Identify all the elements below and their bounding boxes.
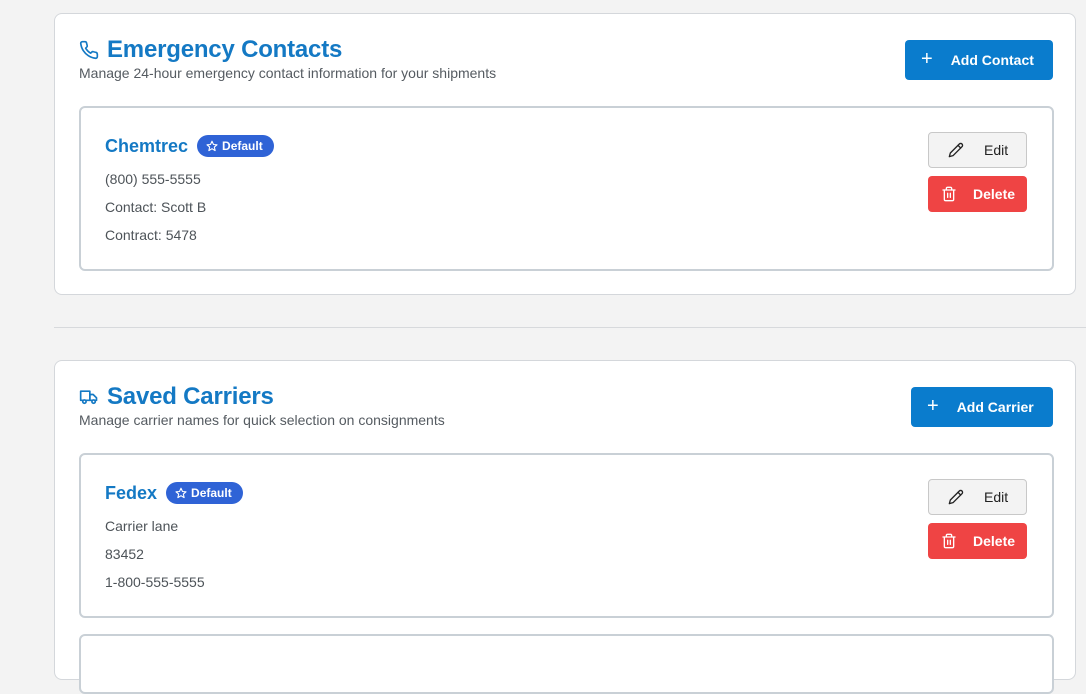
delete-label: Delete <box>973 186 1016 202</box>
add-carrier-button[interactable]: + Add Carrier <box>911 387 1053 427</box>
contact-contract: Contract: 5478 <box>105 227 197 243</box>
emergency-contacts-header: Emergency Contacts <box>79 36 342 64</box>
carrier-card: Fedex Default Carrier lane 83452 1-800-5… <box>79 453 1054 618</box>
add-contact-label: Add Contact <box>950 52 1034 68</box>
star-icon <box>175 487 187 499</box>
section-title: Emergency Contacts <box>107 36 343 63</box>
section-subtitle: Manage carrier names for quick selection… <box>79 412 445 428</box>
pencil-icon <box>948 489 964 505</box>
plus-icon: + <box>921 48 933 70</box>
default-badge: Default <box>166 482 243 504</box>
edit-label: Edit <box>984 489 1009 505</box>
plus-icon: + <box>927 395 939 417</box>
contact-person: Contact: Scott B <box>105 199 207 215</box>
contact-name: Chemtrec <box>105 135 189 156</box>
pencil-icon <box>948 142 964 158</box>
default-badge: Default <box>197 135 274 157</box>
edit-label: Edit <box>984 142 1009 158</box>
carrier-name: Fedex <box>105 482 158 503</box>
phone-icon <box>79 40 99 60</box>
delete-label: Delete <box>973 533 1016 549</box>
trash-icon <box>942 186 956 202</box>
delete-button[interactable]: Delete <box>928 523 1027 559</box>
carrier-line: 1-800-555-5555 <box>105 574 205 590</box>
badge-label: Default <box>222 139 263 153</box>
badge-label: Default <box>191 486 232 500</box>
star-icon <box>206 140 218 152</box>
carrier-card-partial <box>79 634 1054 694</box>
delete-button[interactable]: Delete <box>928 176 1027 212</box>
carrier-line: Carrier lane <box>105 518 179 534</box>
add-carrier-label: Add Carrier <box>956 399 1034 415</box>
contact-phone: (800) 555-5555 <box>105 171 201 187</box>
truck-icon <box>79 387 99 407</box>
edit-button[interactable]: Edit <box>928 132 1027 168</box>
emergency-contacts-section: Emergency Contacts Manage 24-hour emerge… <box>54 13 1076 295</box>
section-subtitle: Manage 24-hour emergency contact informa… <box>79 65 497 81</box>
trash-icon <box>942 533 956 549</box>
saved-carriers-header: Saved Carriers <box>79 383 274 411</box>
carrier-line: 83452 <box>105 546 144 562</box>
section-divider <box>54 327 1086 328</box>
add-contact-button[interactable]: + Add Contact <box>905 40 1053 80</box>
section-title: Saved Carriers <box>107 383 274 410</box>
saved-carriers-section: Saved Carriers Manage carrier names for … <box>54 360 1076 694</box>
contact-card: Chemtrec Default (800) 555-5555 Contact:… <box>79 106 1054 271</box>
edit-button[interactable]: Edit <box>928 479 1027 515</box>
